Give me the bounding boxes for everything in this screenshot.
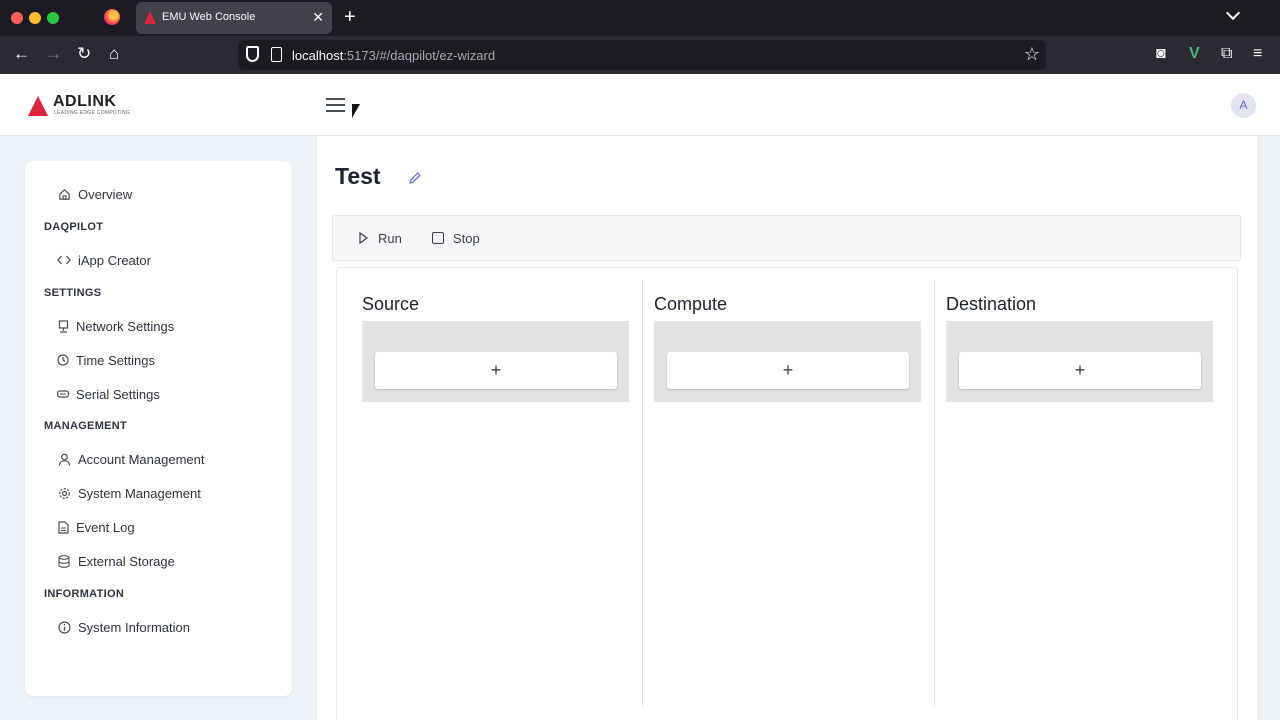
logo-tagline: LEADING EDGE COMPUTING — [54, 110, 131, 116]
compute-column: Compute + — [629, 268, 921, 708]
url-host: localhost — [292, 48, 344, 63]
browser-tab-active[interactable]: EMU Web Console ✕ — [136, 2, 332, 34]
sidebar-item-label: Time Settings — [76, 352, 155, 368]
sidebar-item-label: Overview — [78, 186, 133, 202]
pipeline-board: Source + Compute + Destination + — [336, 267, 1238, 720]
home-icon — [57, 187, 71, 201]
sidebar-item-label: Event Log — [76, 519, 135, 535]
sidebar-item-network-settings[interactable]: Network Settings — [57, 316, 174, 336]
column-title: Compute — [654, 294, 728, 314]
bookmark-star-icon[interactable]: ☆ — [1024, 44, 1040, 64]
forward-arrow-icon[interactable]: → — [45, 44, 62, 64]
sidebar-item-label: System Management — [78, 485, 201, 501]
sidebar-item-time-settings[interactable]: Time Settings — [57, 350, 155, 370]
gear-icon — [57, 486, 71, 500]
add-compute-button[interactable]: + — [667, 352, 909, 389]
info-icon — [57, 620, 71, 634]
section-daqpilot: DAQPILOT — [44, 221, 104, 233]
adlink-favicon-icon — [144, 11, 156, 24]
logo-text: ADLINK — [53, 93, 117, 110]
minimize-window-button[interactable] — [29, 12, 41, 24]
sidebar-item-system-management[interactable]: System Management — [57, 483, 201, 503]
tab-title: EMU Web Console — [162, 11, 256, 23]
sidebar-item-label: Network Settings — [76, 318, 175, 334]
sidebar-item-iapp-creator[interactable]: iApp Creator — [57, 250, 151, 270]
reload-icon[interactable]: ↻ — [77, 44, 91, 64]
logo-mark-icon — [28, 96, 48, 116]
add-destination-button[interactable]: + — [959, 352, 1201, 389]
sidebar-item-label: External Storage — [78, 553, 175, 569]
page-title: Test — [335, 163, 381, 189]
add-source-button[interactable]: + — [375, 352, 617, 389]
sidebar-item-label: Serial Settings — [76, 386, 160, 402]
column-title: Source — [362, 294, 420, 314]
tracking-shield-icon[interactable] — [246, 46, 259, 62]
maximize-window-button[interactable] — [47, 12, 59, 24]
stop-label: Stop — [453, 230, 480, 246]
vue-devtools-icon[interactable]: V — [1189, 44, 1200, 64]
sidebar-item-label: System Information — [78, 619, 190, 635]
source-drop-zone: + — [362, 321, 629, 402]
sidebar-item-serial-settings[interactable]: Serial Settings — [57, 384, 160, 404]
new-tab-button[interactable]: + — [344, 6, 356, 28]
app-header: ADLINK LEADING EDGE COMPUTING A — [0, 74, 1280, 136]
app: ADLINK LEADING EDGE COMPUTING A Overview… — [0, 74, 1280, 720]
column-title: Destination — [946, 294, 1037, 314]
compute-drop-zone: + — [654, 321, 921, 402]
run-label: Run — [378, 230, 402, 246]
hamburger-menu-icon[interactable] — [326, 98, 345, 112]
address-bar[interactable]: localhost:5173/#/daqpilot/ez-wizard ☆ — [238, 40, 1046, 70]
sidebar-item-label: Account Management — [78, 451, 205, 467]
stop-button[interactable]: Stop — [432, 228, 480, 248]
section-management: MANAGEMENT — [44, 420, 128, 432]
clock-icon — [57, 353, 69, 367]
sidebar-item-event-log[interactable]: Event Log — [57, 517, 135, 537]
extensions-icon[interactable]: ⧉ — [1221, 44, 1232, 64]
network-icon — [57, 319, 69, 333]
pocket-icon[interactable]: ◙ — [1156, 44, 1166, 64]
user-icon — [57, 452, 71, 466]
firefox-view-icon[interactable] — [104, 9, 120, 25]
browser-tab-bar: EMU Web Console ✕ + — [0, 0, 1280, 36]
serial-port-icon — [57, 387, 69, 401]
mouse-cursor — [352, 104, 360, 118]
adlink-logo[interactable]: ADLINK LEADING EDGE COMPUTING — [28, 93, 132, 117]
home-icon[interactable]: ⌂ — [109, 44, 119, 64]
sidebar-item-account-management[interactable]: Account Management — [57, 449, 204, 469]
close-window-button[interactable] — [11, 12, 23, 24]
source-column: Source + — [337, 268, 629, 708]
play-icon — [359, 232, 378, 244]
run-button[interactable]: Run — [359, 228, 402, 248]
url-text[interactable]: localhost:5173/#/daqpilot/ez-wizard — [292, 48, 495, 63]
sidebar-item-external-storage[interactable]: External Storage — [57, 551, 175, 571]
browser-nav-bar: ← → ↻ ⌂ localhost:5173/#/daqpilot/ez-wiz… — [0, 36, 1280, 74]
list-tabs-chevron-icon[interactable] — [1225, 5, 1241, 21]
menu-icon[interactable]: ≡ — [1253, 44, 1262, 64]
sidebar: Overview DAQPILOT iApp Creator SETTINGS … — [25, 161, 292, 696]
code-icon — [57, 253, 71, 267]
document-icon — [57, 520, 69, 534]
destination-drop-zone: + — [946, 321, 1213, 402]
url-path: :5173/#/daqpilot/ez-wizard — [343, 48, 496, 63]
sidebar-item-label: iApp Creator — [78, 252, 151, 268]
database-icon — [57, 554, 71, 568]
avatar[interactable]: A — [1231, 93, 1256, 118]
section-information: INFORMATION — [44, 588, 125, 600]
tab-close-icon[interactable]: ✕ — [312, 8, 324, 26]
edit-pencil-icon[interactable] — [408, 171, 422, 185]
destination-column: Destination + — [921, 268, 1221, 708]
section-settings: SETTINGS — [44, 287, 102, 299]
main-panel: Test Run Stop Source + Compute + Destina… — [317, 136, 1257, 720]
back-arrow-icon[interactable]: ← — [13, 44, 30, 64]
page-info-icon[interactable] — [271, 47, 282, 62]
sidebar-item-system-information[interactable]: System Information — [57, 617, 190, 637]
sidebar-item-overview[interactable]: Overview — [57, 184, 132, 204]
stop-square-icon — [432, 232, 444, 244]
wizard-toolbar: Run Stop — [332, 215, 1241, 261]
